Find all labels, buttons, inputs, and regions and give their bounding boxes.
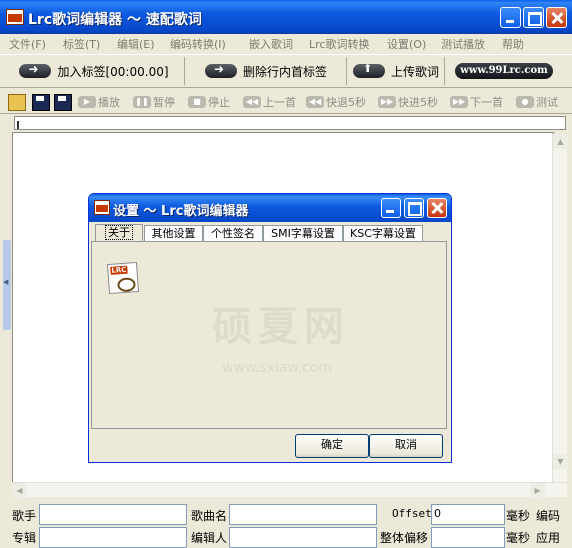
window-title: Lrc歌词编辑器 ～ 速配歌词	[28, 12, 202, 28]
vertical-scrollbar[interactable]: ▲ ▼	[552, 134, 568, 484]
rewind-button[interactable]: ◀◀ 快退5秒	[306, 93, 366, 111]
left-panel-toggle[interactable]	[3, 240, 11, 330]
play-icon: ▶	[78, 96, 96, 108]
forward-button[interactable]: ▶▶ 快进5秒	[378, 93, 438, 111]
dialog-title: 设置 ～ Lrc歌词编辑器	[113, 204, 249, 219]
menu-bar: 文件(F) 标签(T) 编辑(E) 编码转换(I) 嵌入歌词 Lrc歌词转换 设…	[0, 34, 572, 52]
next-button[interactable]: ▶▶ 下一首	[450, 93, 503, 111]
main-toolbar: 加入标签[00:00.00] 删除行内首标签 上传歌词 www.99Lrc.co…	[0, 54, 572, 88]
media-toolbar: ▶ 播放 ❚❚ 暂停 ■ 停止 ◀◀ 上一首 ◀◀ 快退5秒 ▶▶ 快进5秒 ▶▶ 下一首 ●…	[0, 90, 572, 114]
arrow-right-icon	[204, 62, 237, 78]
pause-label: 暂停	[153, 96, 175, 109]
singer-label: 歌手	[12, 509, 37, 523]
forward-icon: ▶▶	[378, 96, 396, 108]
app-lrc-icon	[6, 9, 24, 25]
pause-icon: ❚❚	[133, 96, 151, 108]
ms-label: 毫秒	[506, 509, 531, 523]
stop-button[interactable]: ■ 停止	[188, 93, 230, 111]
previous-icon: ◀◀	[243, 96, 261, 108]
settings-dialog: 设置 ～ Lrc歌词编辑器 关于 其他设置 个性签名 SMI字幕设置 KSC字幕…	[88, 193, 452, 463]
title-bar: Lrc歌词编辑器 ～ 速配歌词	[0, 0, 572, 34]
offset-label: Offset	[392, 507, 432, 520]
arrow-right-icon	[19, 62, 52, 78]
editor-field[interactable]	[229, 527, 377, 548]
add-tag-label: 加入标签[00:00.00]	[57, 64, 169, 79]
maximize-icon[interactable]	[523, 7, 544, 28]
album-label: 专辑	[12, 531, 37, 545]
menu-tag[interactable]: 标签(T)	[63, 36, 100, 52]
overall-offset-field[interactable]	[431, 527, 505, 548]
menu-settings[interactable]: 设置(O)	[387, 36, 426, 52]
album-field[interactable]	[39, 527, 187, 548]
delete-tag-label: 删除行内首标签	[242, 64, 327, 79]
menu-embed-lyrics[interactable]: 嵌入歌词	[249, 36, 293, 52]
play-button[interactable]: ▶ 播放	[78, 93, 120, 111]
save-icon[interactable]	[32, 94, 50, 111]
editor-label: 编辑人	[191, 531, 228, 545]
overall-offset-label: 整体偏移	[380, 531, 429, 545]
stop-label: 停止	[208, 96, 230, 109]
watermark-url: www.sxiaw.com	[222, 360, 333, 376]
offset-field[interactable]: 0	[431, 504, 505, 525]
minimize-icon[interactable]	[500, 7, 521, 28]
next-icon: ▶▶	[450, 96, 468, 108]
site-link[interactable]: www.99Lrc.com	[448, 57, 560, 85]
lrc-about-icon	[106, 261, 140, 295]
test-label: 测试	[536, 96, 558, 109]
encode-button[interactable]: 编码	[536, 507, 560, 524]
dialog-title-bar[interactable]: 设置 ～ Lrc歌词编辑器	[89, 194, 451, 222]
previous-button[interactable]: ◀◀ 上一首	[243, 93, 296, 111]
open-folder-icon[interactable]	[8, 94, 26, 111]
minimize-icon[interactable]	[381, 198, 401, 218]
scroll-down-icon[interactable]: ▼	[553, 454, 568, 469]
menu-test-play[interactable]: 测试播放	[441, 36, 485, 52]
about-panel: 硕夏网 www.sxiaw.com	[91, 241, 447, 429]
delete-tag-button[interactable]: 删除行内首标签	[186, 57, 347, 85]
maximize-icon[interactable]	[404, 198, 424, 218]
app-lrc-icon	[94, 200, 110, 215]
test-button[interactable]: ● 测试	[516, 93, 558, 111]
upload-lyrics-button[interactable]: 上传歌词	[348, 57, 445, 85]
apply-button[interactable]: 应用	[536, 529, 560, 546]
rewind-label: 快退5秒	[326, 96, 366, 109]
previous-label: 上一首	[263, 96, 296, 109]
menu-file[interactable]: 文件(F)	[9, 36, 46, 52]
scroll-left-icon[interactable]: ◀	[12, 483, 27, 498]
tab-about-label: 关于	[105, 225, 133, 240]
menu-encoding[interactable]: 编码转换(I)	[170, 36, 226, 52]
time-ruler[interactable]	[14, 116, 566, 130]
cancel-button[interactable]: 取消	[369, 434, 443, 458]
arrow-up-icon	[352, 62, 385, 78]
settings-tabs: 关于 其他设置 个性签名 SMI字幕设置 KSC字幕设置	[93, 224, 447, 243]
ms-label-2: 毫秒	[506, 531, 531, 545]
close-icon[interactable]	[427, 198, 447, 218]
close-icon[interactable]	[546, 7, 567, 28]
play-label: 播放	[98, 96, 120, 109]
rewind-icon: ◀◀	[306, 96, 324, 108]
pause-button[interactable]: ❚❚ 暂停	[133, 93, 175, 111]
next-label: 下一首	[470, 96, 503, 109]
ok-button[interactable]: 确定	[295, 434, 369, 458]
watermark: 硕夏网	[212, 304, 350, 350]
save-as-icon[interactable]	[54, 94, 72, 111]
singer-field[interactable]	[39, 504, 187, 525]
test-icon: ●	[516, 96, 534, 108]
scroll-up-icon[interactable]: ▲	[553, 134, 568, 149]
menu-lrc-convert[interactable]: Lrc歌词转换	[309, 36, 369, 52]
add-tag-button[interactable]: 加入标签[00:00.00]	[4, 57, 185, 85]
upload-label: 上传歌词	[390, 64, 439, 79]
scroll-right-icon[interactable]: ▶	[530, 483, 545, 498]
site-badge: www.99Lrc.com	[455, 63, 553, 79]
forward-label: 快进5秒	[398, 96, 438, 109]
menu-help[interactable]: 帮助	[502, 36, 524, 52]
stop-icon: ■	[188, 96, 206, 108]
horizontal-scrollbar[interactable]: ◀ ▶	[12, 482, 567, 498]
song-label: 歌曲名	[191, 509, 228, 523]
menu-edit[interactable]: 编辑(E)	[117, 36, 155, 52]
song-field[interactable]	[229, 504, 377, 525]
